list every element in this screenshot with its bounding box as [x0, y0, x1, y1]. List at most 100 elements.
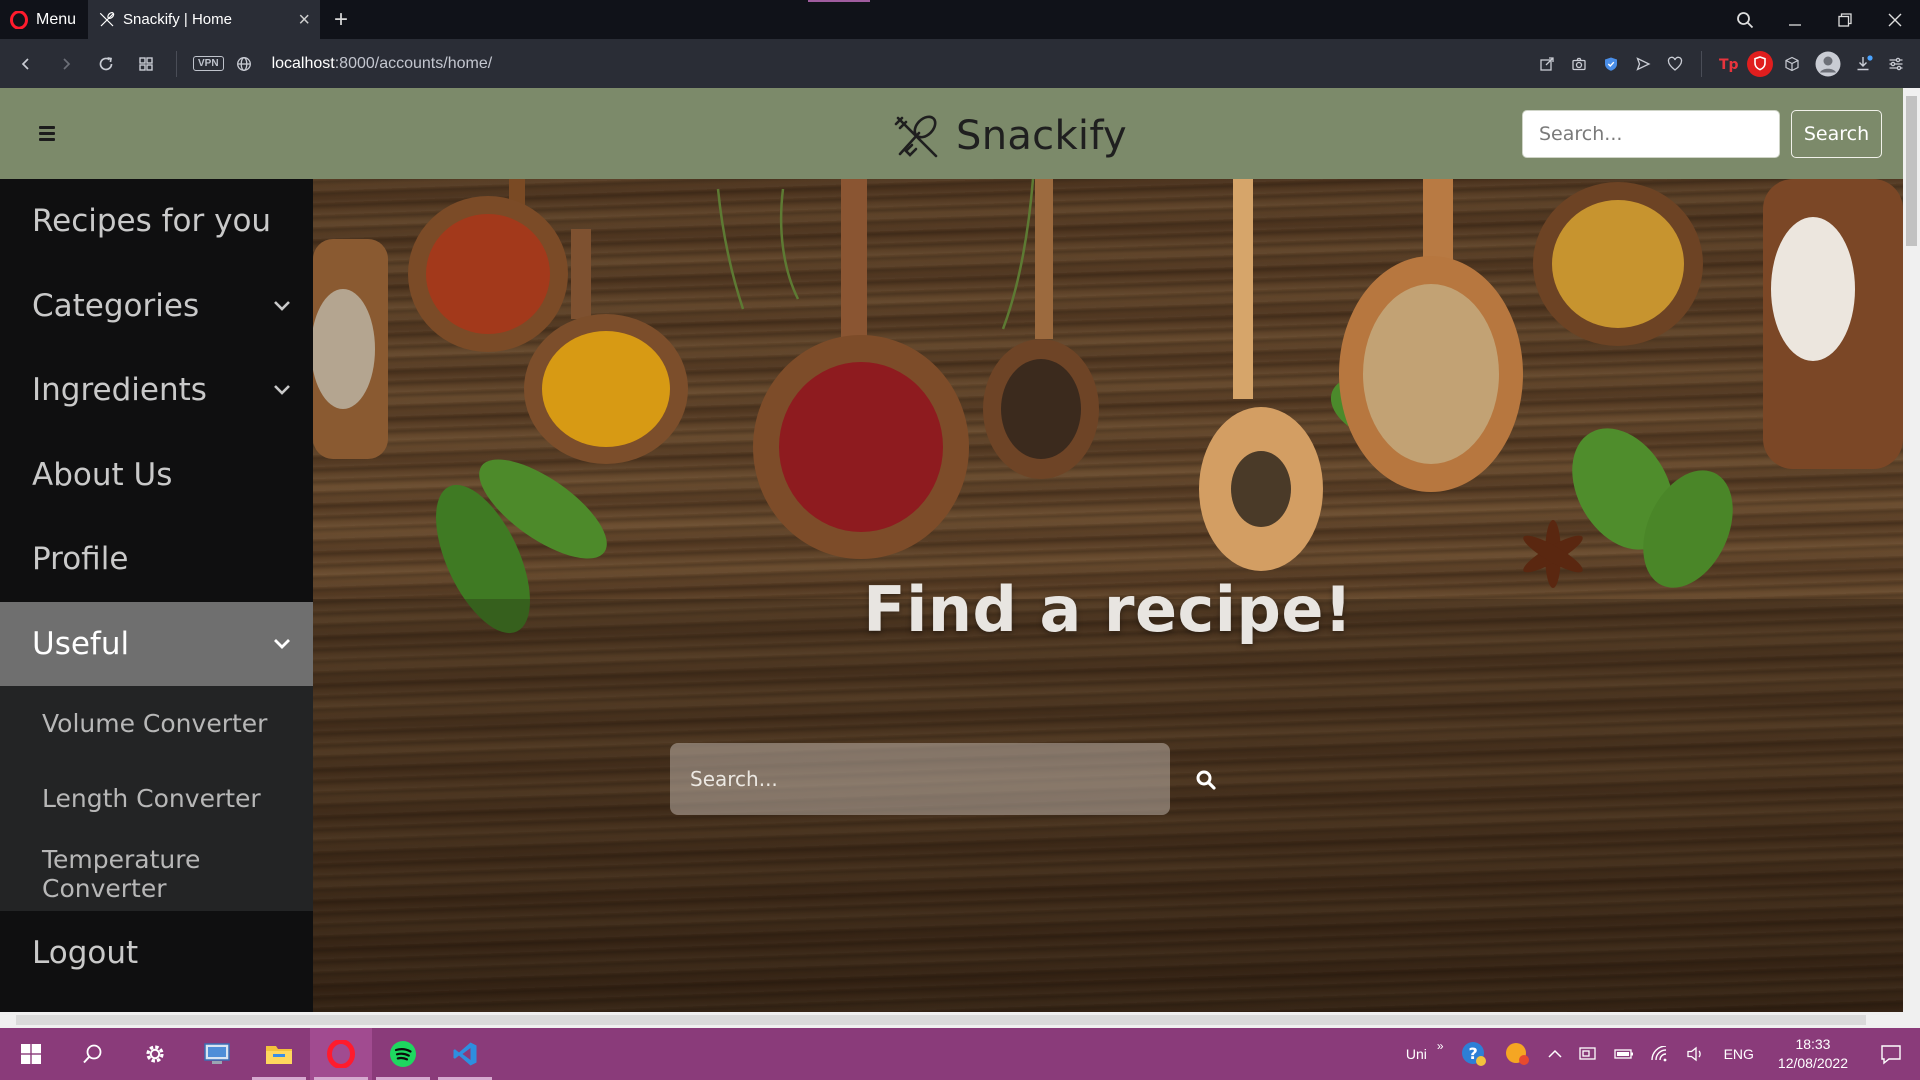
sidebar-item-ingredients[interactable]: Ingredients: [0, 348, 313, 433]
windows-start-icon[interactable]: [0, 1028, 62, 1080]
submenu-item-volume-converter[interactable]: Volume Converter: [0, 686, 313, 761]
reload-icon[interactable]: [86, 39, 126, 88]
navbar-search-button[interactable]: Search: [1791, 110, 1882, 158]
sidebar-item-profile[interactable]: Profile: [0, 517, 313, 602]
vscode-icon[interactable]: [434, 1028, 496, 1080]
sidebar-item-label: Logout: [32, 935, 139, 972]
submenu-item-length-converter[interactable]: Length Converter: [0, 761, 313, 836]
hamburger-menu-icon[interactable]: [36, 121, 60, 145]
sidebar-item-about-us[interactable]: About Us: [0, 433, 313, 518]
vpn-badge[interactable]: VPN: [193, 56, 224, 71]
tab-close-icon[interactable]: ×: [298, 10, 310, 30]
browser-search-icon[interactable]: [1720, 0, 1770, 39]
back-icon[interactable]: [6, 39, 46, 88]
search-icon[interactable]: [1195, 769, 1217, 791]
volume-icon[interactable]: [1678, 1046, 1714, 1062]
submenu-item-temperature-converter[interactable]: Temperature Converter: [0, 836, 313, 911]
sidebar-item-useful[interactable]: Useful: [0, 601, 313, 686]
sidebar-item-label: Useful: [32, 625, 130, 662]
sidebar-item-categories[interactable]: Categories: [0, 264, 313, 349]
minimize-icon[interactable]: [1770, 0, 1820, 39]
heart-icon[interactable]: [1659, 39, 1691, 88]
globe-icon[interactable]: [236, 56, 252, 72]
language-indicator[interactable]: ENG: [1714, 1046, 1764, 1062]
shield-check-icon[interactable]: [1595, 39, 1627, 88]
horizontal-scrollbar[interactable]: [0, 1012, 1920, 1028]
spotify-icon[interactable]: [372, 1028, 434, 1080]
sidebar-item-label: Ingredients: [32, 372, 207, 409]
navbar-search-input[interactable]: [1522, 110, 1780, 158]
tray-expand-chevron-icon: »: [1436, 1039, 1444, 1053]
wifi-icon[interactable]: [1642, 1046, 1678, 1062]
sidebar-item-label: Recipes for you: [32, 203, 272, 240]
tab-indicator: [808, 0, 870, 2]
windows-taskbar: Uni » ? ENG 18:33 12/08/2022: [0, 1028, 1920, 1080]
snackify-logo-icon: [892, 110, 944, 162]
url-field[interactable]: localhost:8000/accounts/home/: [272, 55, 493, 73]
chevron-down-icon: [273, 300, 291, 312]
hero-title: Find a recipe!: [863, 573, 1353, 646]
show-hidden-icons-icon[interactable]: [1540, 1049, 1570, 1059]
site-navbar: Snackify Search: [0, 88, 1903, 179]
camera-icon[interactable]: [1563, 39, 1595, 88]
hero-search-input[interactable]: [670, 743, 1170, 815]
clock-time: 18:33: [1795, 1036, 1831, 1052]
hero-section: Find a recipe!: [313, 179, 1903, 1028]
browser-menu-label: Menu: [36, 10, 77, 28]
tray-uni-label: Uni: [1405, 1046, 1427, 1062]
profile-avatar-icon[interactable]: [1808, 39, 1848, 88]
opera-taskbar-icon[interactable]: [310, 1028, 372, 1080]
tab-title: Snackify | Home: [123, 11, 232, 28]
help-icon[interactable]: ?: [1452, 1040, 1496, 1068]
opera-logo-icon: [10, 10, 28, 29]
vertical-scroll-thumb[interactable]: [1906, 96, 1917, 246]
tp-extension-icon[interactable]: Tp: [1712, 39, 1744, 88]
chevron-down-icon: [273, 638, 291, 650]
taskbar-clock[interactable]: 18:33 12/08/2022: [1764, 1035, 1862, 1073]
share-icon[interactable]: [1531, 39, 1563, 88]
clock-date: 12/08/2022: [1777, 1055, 1848, 1071]
address-right-separator: [1701, 50, 1702, 77]
web-page: Snackify Search Recipes for you Categori…: [0, 88, 1920, 1028]
system-tray: Uni » ? ENG 18:33 12/08/2022: [1398, 1028, 1920, 1080]
brand[interactable]: Snackify: [892, 110, 1127, 162]
cube-icon[interactable]: [1776, 39, 1808, 88]
restore-icon[interactable]: [1820, 0, 1870, 39]
browser-tab-active[interactable]: Snackify | Home ×: [88, 0, 321, 39]
remote-desktop-icon[interactable]: [186, 1028, 248, 1080]
settings-gear-icon[interactable]: [124, 1028, 186, 1080]
snackify-favicon-icon: [98, 11, 116, 29]
battery-icon[interactable]: [1606, 1047, 1642, 1061]
new-tab-button[interactable]: +: [320, 7, 362, 32]
tray-device-icon[interactable]: [1570, 1045, 1606, 1063]
download-icon[interactable]: [1848, 39, 1880, 88]
sidebar-item-label: About Us: [32, 456, 173, 493]
sidebar-item-label: Categories: [32, 287, 200, 324]
vertical-scrollbar[interactable]: [1903, 88, 1920, 1012]
notifications-icon[interactable]: [1862, 1043, 1920, 1065]
tabs-grid-icon[interactable]: [126, 39, 166, 88]
browser-tab-bar: Menu Snackify | Home × +: [0, 0, 1920, 39]
horizontal-scroll-thumb[interactable]: [16, 1015, 1866, 1025]
sidebar-item-label: Profile: [32, 541, 129, 578]
forward-icon[interactable]: [46, 39, 86, 88]
tray-orange-app-icon[interactable]: [1496, 1041, 1540, 1067]
file-explorer-icon[interactable]: [248, 1028, 310, 1080]
url-host: localhost: [271, 54, 335, 72]
useful-submenu: Volume Converter Length Converter Temper…: [0, 686, 313, 911]
taskbar-search-icon[interactable]: [62, 1028, 124, 1080]
sidebar-item-logout[interactable]: Logout: [0, 911, 313, 996]
url-path: :8000/accounts/home/: [334, 54, 493, 72]
browser-address-bar: VPN localhost:8000/accounts/home/ Tp: [0, 39, 1920, 88]
brand-name: Snackify: [956, 113, 1127, 159]
browser-menu-button[interactable]: Menu: [0, 0, 88, 39]
address-separator: [176, 50, 177, 77]
easy-setup-icon[interactable]: [1880, 39, 1912, 88]
close-window-icon[interactable]: [1870, 0, 1920, 39]
chevron-down-icon: [273, 384, 291, 396]
adblock-shield-icon[interactable]: [1744, 39, 1776, 88]
tray-uni-text[interactable]: Uni »: [1398, 1039, 1452, 1062]
send-icon[interactable]: [1627, 39, 1659, 88]
sidebar-item-recipes-for-you[interactable]: Recipes for you: [0, 179, 313, 264]
sidebar: Recipes for you Categories Ingredients A…: [0, 179, 313, 1028]
